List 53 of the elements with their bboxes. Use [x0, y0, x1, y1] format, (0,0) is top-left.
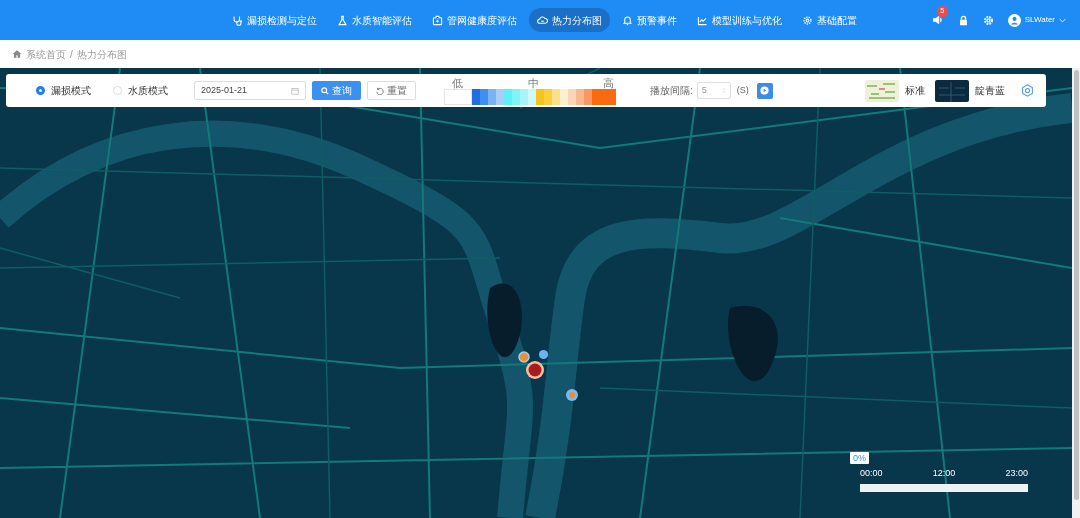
- play-icon: [760, 86, 770, 95]
- breadcrumb-item[interactable]: 系统首页: [26, 46, 66, 62]
- nav-tab[interactable]: 管网健康度评估: [424, 8, 525, 32]
- stethoscope-icon: [232, 14, 243, 26]
- first-aid-kit-icon: [432, 14, 443, 26]
- breadcrumb-item[interactable]: 热力分布图: [76, 46, 127, 62]
- settings-icon[interactable]: [1021, 84, 1034, 97]
- calendar-icon: [291, 86, 299, 95]
- interval-unit: (S): [736, 83, 749, 97]
- scrollbar[interactable]: [1072, 68, 1080, 518]
- settings-icon: [802, 14, 813, 26]
- heat-spot: [565, 388, 579, 402]
- interval-label: 播放间隔:: [650, 84, 693, 98]
- map-thumbnail: [865, 79, 899, 102]
- time-tick-label: 12:00: [932, 467, 956, 480]
- map-thumbnail: [935, 79, 969, 102]
- refresh-icon: [376, 86, 384, 95]
- time-tick-label: 23:00: [1005, 467, 1028, 480]
- user-avatar-icon: [1007, 13, 1021, 27]
- line-chart-icon: [697, 14, 708, 26]
- nav-tab[interactable]: 水质智能评估: [329, 8, 420, 32]
- lock-icon[interactable]: [957, 14, 969, 26]
- spinner-arrows-icon: [721, 87, 726, 94]
- chevron-down-icon: [1059, 16, 1066, 24]
- nav-tab[interactable]: 基础配置: [794, 8, 865, 32]
- basemap-option[interactable]: 标准: [865, 79, 925, 102]
- basemap-option[interactable]: 靛青蓝: [935, 79, 1005, 102]
- speaker-icon[interactable]: [931, 14, 944, 26]
- legend-label: 中: [527, 76, 539, 89]
- interval-field[interactable]: 5: [696, 82, 731, 99]
- cloud-icon: [537, 14, 548, 26]
- nav-tab[interactable]: 热力分布图: [529, 8, 610, 32]
- date-field[interactable]: 2025-01-21: [194, 81, 306, 100]
- query-button[interactable]: 查询: [312, 81, 361, 100]
- breadcrumb-separator: /: [70, 47, 73, 62]
- user-menu[interactable]: SLWater: [1007, 13, 1066, 27]
- nav-tab[interactable]: 预警事件: [614, 8, 685, 32]
- legend-label: 高: [603, 76, 614, 89]
- time-slider-tooltip: 0%: [850, 452, 869, 464]
- nav-tab[interactable]: 模型训练与优化: [689, 8, 790, 32]
- nav-tab[interactable]: 漏损检测与定位: [224, 8, 325, 32]
- mode-radio[interactable]: 漏损模式: [36, 83, 91, 98]
- reset-button[interactable]: 重置: [367, 81, 416, 100]
- time-slider[interactable]: [860, 483, 1028, 492]
- home-icon: [12, 49, 22, 59]
- legend-label: 低: [452, 76, 463, 89]
- play-button[interactable]: [756, 82, 773, 99]
- mode-radio[interactable]: 水质模式: [113, 83, 168, 98]
- legend-blank-swatch: [444, 88, 472, 105]
- time-tick-label: 00:00: [860, 467, 883, 480]
- bell-icon: [622, 14, 633, 26]
- flask-icon: [337, 14, 348, 26]
- search-icon: [321, 86, 329, 95]
